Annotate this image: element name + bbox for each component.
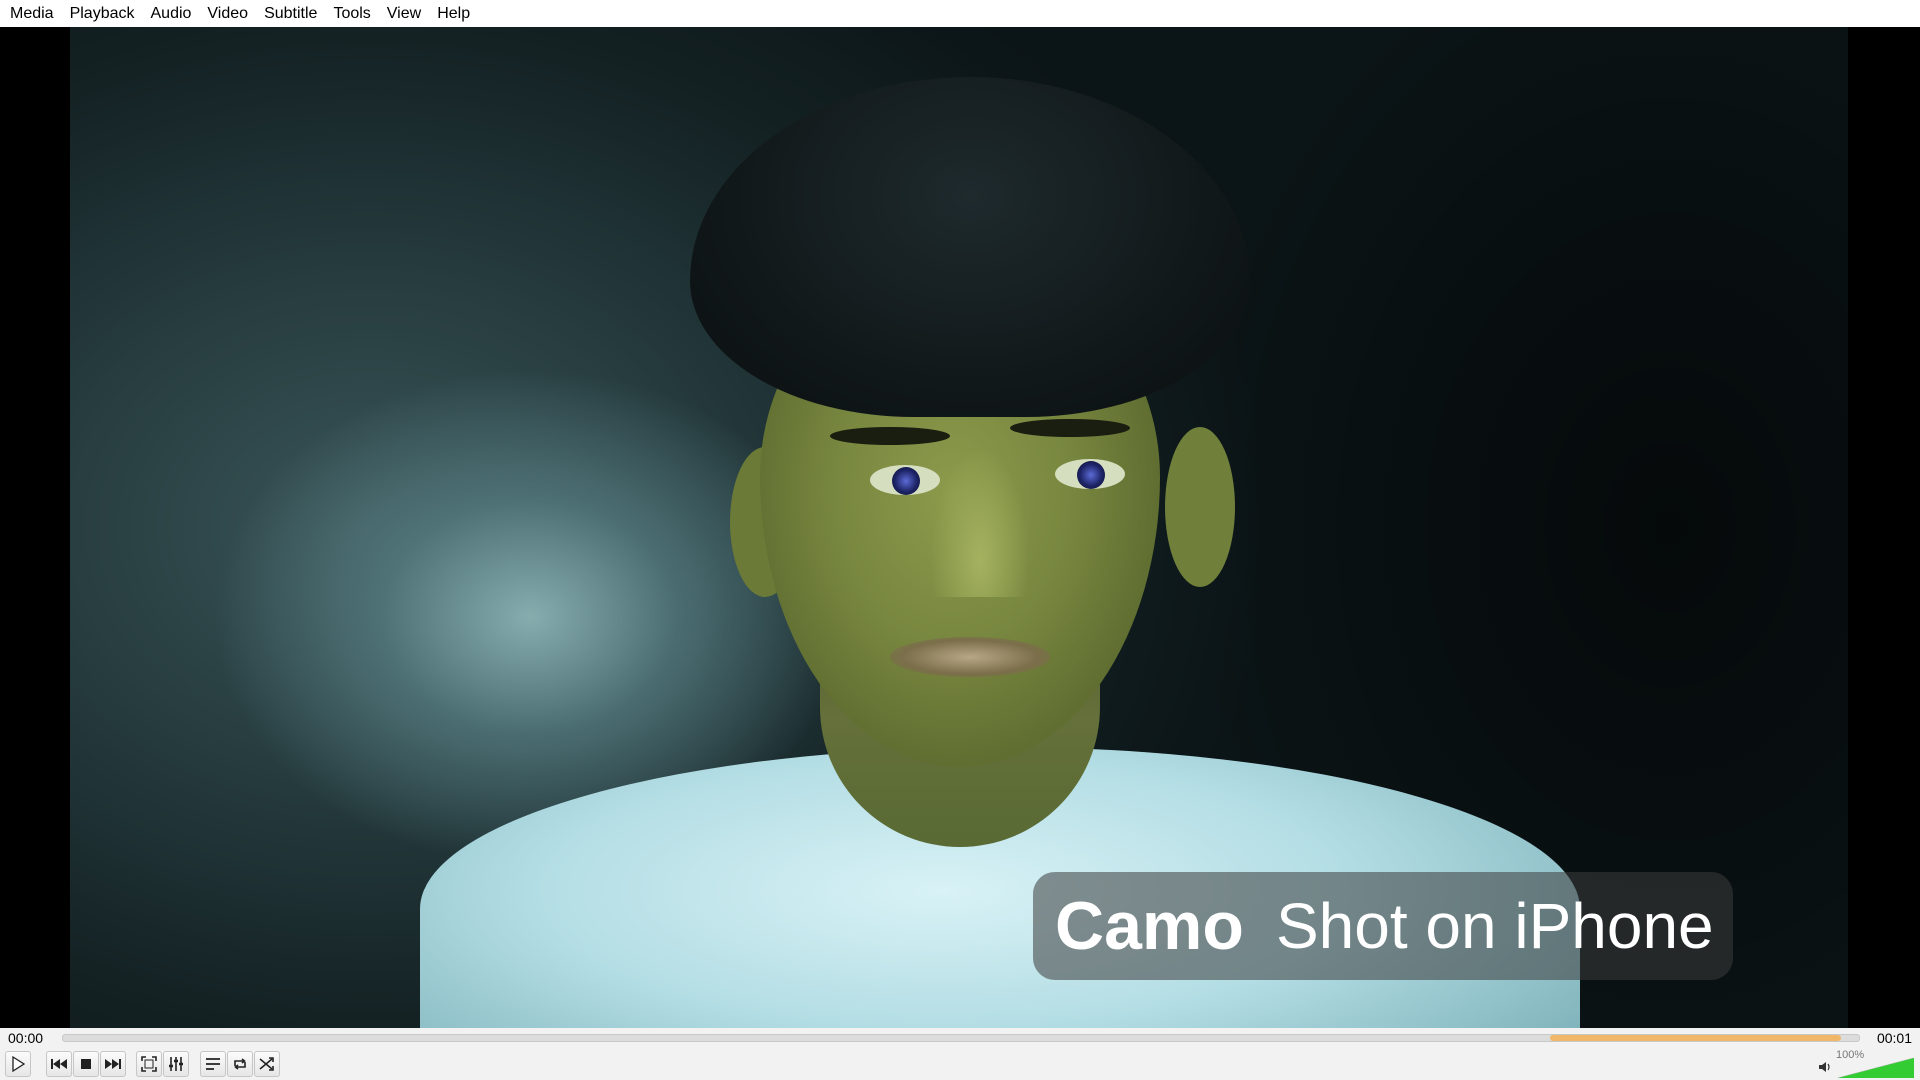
shuffle-icon <box>259 1057 274 1071</box>
video-area[interactable]: Camo Shot on iPhone <box>0 27 1920 1028</box>
skip-next-icon <box>105 1059 121 1069</box>
fullscreen-icon <box>141 1056 157 1072</box>
loop-button[interactable] <box>227 1051 253 1077</box>
stop-icon <box>81 1059 91 1069</box>
total-time[interactable]: 00:01 <box>1877 1030 1912 1046</box>
controls-bar: 100% <box>0 1048 1920 1080</box>
right-eye <box>1055 459 1125 489</box>
vlc-window: Media Playback Audio Video Subtitle Tool… <box>0 0 1920 1080</box>
equalizer-icon <box>169 1057 183 1071</box>
menu-view[interactable]: View <box>379 0 429 27</box>
next-button[interactable] <box>100 1051 126 1077</box>
loop-icon <box>234 1058 246 1070</box>
menu-subtitle[interactable]: Subtitle <box>256 0 325 27</box>
camo-watermark: Camo Shot on iPhone <box>1033 872 1733 980</box>
right-eyebrow <box>1010 419 1130 437</box>
skip-previous-icon <box>51 1059 67 1069</box>
watermark-brand: Camo <box>1055 888 1244 964</box>
play-icon <box>12 1056 26 1072</box>
elapsed-time[interactable]: 00:00 <box>8 1030 43 1046</box>
nose <box>930 447 1030 597</box>
stop-button[interactable] <box>73 1051 99 1077</box>
seek-buffered-region <box>1550 1035 1842 1041</box>
fullscreen-button[interactable] <box>136 1051 162 1077</box>
seek-row: 00:00 00:01 <box>0 1028 1920 1048</box>
menu-media[interactable]: Media <box>2 0 62 27</box>
previous-button[interactable] <box>46 1051 72 1077</box>
extended-settings-button[interactable] <box>163 1051 189 1077</box>
left-eyebrow <box>830 427 950 445</box>
menu-video[interactable]: Video <box>199 0 256 27</box>
speaker-icon[interactable] <box>1818 1060 1832 1078</box>
right-ear <box>1165 427 1235 587</box>
menu-tools[interactable]: Tools <box>325 0 378 27</box>
playlist-icon <box>206 1058 220 1070</box>
watermark-text: Shot on iPhone <box>1275 890 1714 962</box>
menu-bar: Media Playback Audio Video Subtitle Tool… <box>0 0 1920 27</box>
menu-playback[interactable]: Playback <box>62 0 143 27</box>
mouth <box>890 637 1050 677</box>
seek-slider[interactable] <box>62 1034 1860 1042</box>
playlist-button[interactable] <box>200 1051 226 1077</box>
play-button[interactable] <box>5 1051 31 1077</box>
hair <box>690 77 1250 417</box>
menu-audio[interactable]: Audio <box>143 0 200 27</box>
volume-slider[interactable] <box>1838 1058 1914 1078</box>
menu-help[interactable]: Help <box>429 0 478 27</box>
shuffle-button[interactable] <box>254 1051 280 1077</box>
